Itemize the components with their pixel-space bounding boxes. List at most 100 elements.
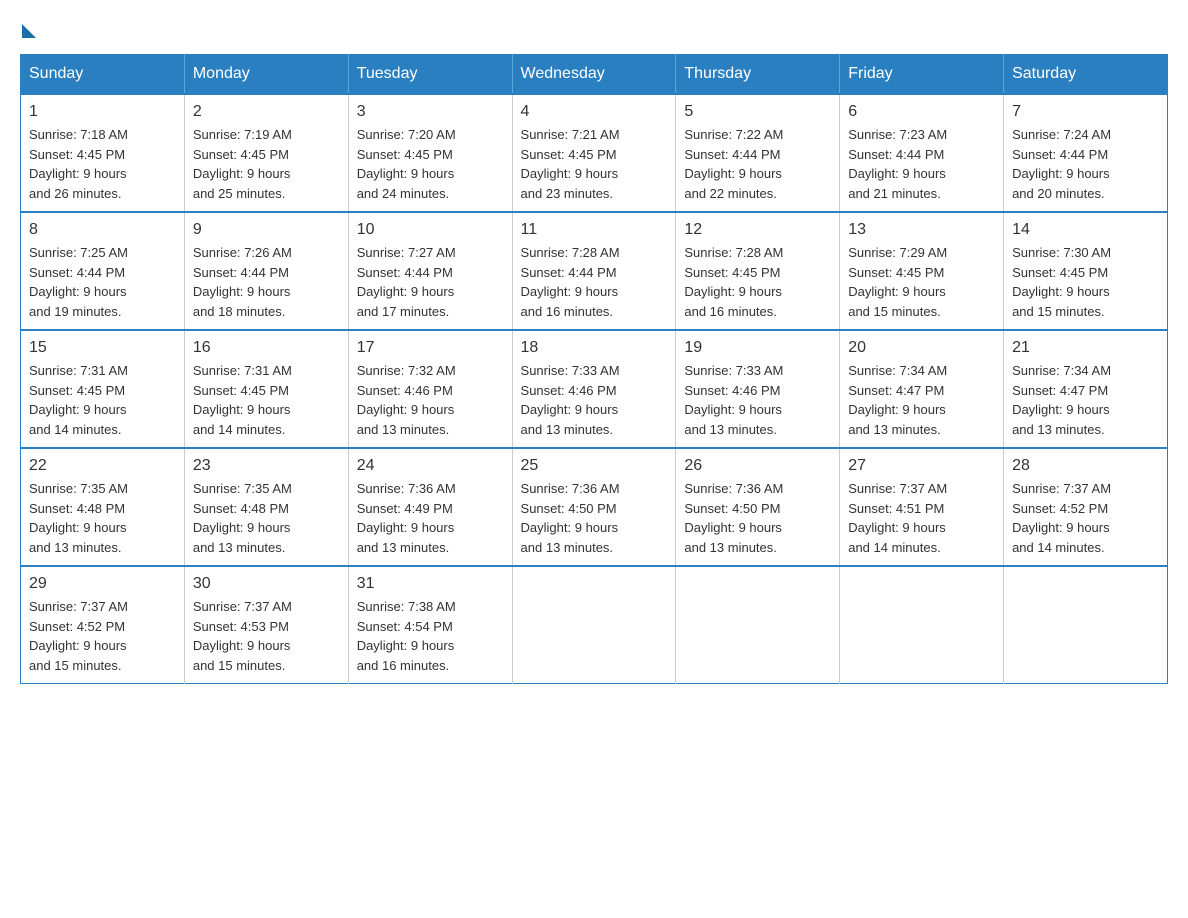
day-info: Sunrise: 7:31 AM Sunset: 4:45 PM Dayligh… [193, 361, 340, 439]
day-number: 17 [357, 339, 504, 357]
day-info: Sunrise: 7:34 AM Sunset: 4:47 PM Dayligh… [1012, 361, 1159, 439]
calendar-cell: 16 Sunrise: 7:31 AM Sunset: 4:45 PM Dayl… [184, 330, 348, 448]
calendar-cell: 23 Sunrise: 7:35 AM Sunset: 4:48 PM Dayl… [184, 448, 348, 566]
calendar-cell: 21 Sunrise: 7:34 AM Sunset: 4:47 PM Dayl… [1004, 330, 1168, 448]
day-info: Sunrise: 7:36 AM Sunset: 4:49 PM Dayligh… [357, 479, 504, 557]
calendar-cell: 30 Sunrise: 7:37 AM Sunset: 4:53 PM Dayl… [184, 566, 348, 684]
day-number: 20 [848, 339, 995, 357]
calendar-cell: 13 Sunrise: 7:29 AM Sunset: 4:45 PM Dayl… [840, 212, 1004, 330]
calendar-header: SundayMondayTuesdayWednesdayThursdayFrid… [21, 55, 1168, 95]
day-info: Sunrise: 7:36 AM Sunset: 4:50 PM Dayligh… [684, 479, 831, 557]
day-info: Sunrise: 7:33 AM Sunset: 4:46 PM Dayligh… [684, 361, 831, 439]
calendar-cell: 18 Sunrise: 7:33 AM Sunset: 4:46 PM Dayl… [512, 330, 676, 448]
day-number: 10 [357, 221, 504, 239]
day-info: Sunrise: 7:25 AM Sunset: 4:44 PM Dayligh… [29, 243, 176, 321]
day-number: 23 [193, 457, 340, 475]
day-info: Sunrise: 7:28 AM Sunset: 4:45 PM Dayligh… [684, 243, 831, 321]
logo-text [20, 20, 36, 38]
calendar-cell: 17 Sunrise: 7:32 AM Sunset: 4:46 PM Dayl… [348, 330, 512, 448]
weekday-header-row: SundayMondayTuesdayWednesdayThursdayFrid… [21, 55, 1168, 95]
calendar-cell: 11 Sunrise: 7:28 AM Sunset: 4:44 PM Dayl… [512, 212, 676, 330]
day-info: Sunrise: 7:31 AM Sunset: 4:45 PM Dayligh… [29, 361, 176, 439]
calendar-cell: 19 Sunrise: 7:33 AM Sunset: 4:46 PM Dayl… [676, 330, 840, 448]
calendar-cell: 15 Sunrise: 7:31 AM Sunset: 4:45 PM Dayl… [21, 330, 185, 448]
calendar-cell: 7 Sunrise: 7:24 AM Sunset: 4:44 PM Dayli… [1004, 94, 1168, 212]
weekday-header-tuesday: Tuesday [348, 55, 512, 95]
day-number: 29 [29, 575, 176, 593]
day-number: 14 [1012, 221, 1159, 239]
weekday-header-monday: Monday [184, 55, 348, 95]
day-info: Sunrise: 7:32 AM Sunset: 4:46 PM Dayligh… [357, 361, 504, 439]
day-number: 8 [29, 221, 176, 239]
day-number: 15 [29, 339, 176, 357]
day-info: Sunrise: 7:37 AM Sunset: 4:51 PM Dayligh… [848, 479, 995, 557]
day-number: 28 [1012, 457, 1159, 475]
week-row-2: 8 Sunrise: 7:25 AM Sunset: 4:44 PM Dayli… [21, 212, 1168, 330]
week-row-3: 15 Sunrise: 7:31 AM Sunset: 4:45 PM Dayl… [21, 330, 1168, 448]
day-number: 19 [684, 339, 831, 357]
day-number: 3 [357, 103, 504, 121]
weekday-header-saturday: Saturday [1004, 55, 1168, 95]
calendar-cell: 1 Sunrise: 7:18 AM Sunset: 4:45 PM Dayli… [21, 94, 185, 212]
day-info: Sunrise: 7:29 AM Sunset: 4:45 PM Dayligh… [848, 243, 995, 321]
calendar-cell: 12 Sunrise: 7:28 AM Sunset: 4:45 PM Dayl… [676, 212, 840, 330]
day-info: Sunrise: 7:37 AM Sunset: 4:53 PM Dayligh… [193, 597, 340, 675]
calendar-cell: 24 Sunrise: 7:36 AM Sunset: 4:49 PM Dayl… [348, 448, 512, 566]
calendar-cell: 29 Sunrise: 7:37 AM Sunset: 4:52 PM Dayl… [21, 566, 185, 684]
calendar-cell: 22 Sunrise: 7:35 AM Sunset: 4:48 PM Dayl… [21, 448, 185, 566]
day-number: 7 [1012, 103, 1159, 121]
calendar-cell: 5 Sunrise: 7:22 AM Sunset: 4:44 PM Dayli… [676, 94, 840, 212]
day-number: 6 [848, 103, 995, 121]
day-number: 25 [521, 457, 668, 475]
day-number: 5 [684, 103, 831, 121]
page-header [20, 20, 1168, 34]
day-number: 16 [193, 339, 340, 357]
day-info: Sunrise: 7:19 AM Sunset: 4:45 PM Dayligh… [193, 125, 340, 203]
day-number: 26 [684, 457, 831, 475]
weekday-header-thursday: Thursday [676, 55, 840, 95]
calendar-table: SundayMondayTuesdayWednesdayThursdayFrid… [20, 54, 1168, 684]
day-info: Sunrise: 7:26 AM Sunset: 4:44 PM Dayligh… [193, 243, 340, 321]
calendar-cell: 2 Sunrise: 7:19 AM Sunset: 4:45 PM Dayli… [184, 94, 348, 212]
calendar-cell [1004, 566, 1168, 684]
day-number: 22 [29, 457, 176, 475]
day-number: 13 [848, 221, 995, 239]
day-info: Sunrise: 7:27 AM Sunset: 4:44 PM Dayligh… [357, 243, 504, 321]
week-row-5: 29 Sunrise: 7:37 AM Sunset: 4:52 PM Dayl… [21, 566, 1168, 684]
day-info: Sunrise: 7:38 AM Sunset: 4:54 PM Dayligh… [357, 597, 504, 675]
day-number: 4 [521, 103, 668, 121]
calendar-cell: 27 Sunrise: 7:37 AM Sunset: 4:51 PM Dayl… [840, 448, 1004, 566]
week-row-4: 22 Sunrise: 7:35 AM Sunset: 4:48 PM Dayl… [21, 448, 1168, 566]
day-info: Sunrise: 7:33 AM Sunset: 4:46 PM Dayligh… [521, 361, 668, 439]
calendar-cell: 9 Sunrise: 7:26 AM Sunset: 4:44 PM Dayli… [184, 212, 348, 330]
calendar-cell: 31 Sunrise: 7:38 AM Sunset: 4:54 PM Dayl… [348, 566, 512, 684]
day-info: Sunrise: 7:23 AM Sunset: 4:44 PM Dayligh… [848, 125, 995, 203]
day-info: Sunrise: 7:30 AM Sunset: 4:45 PM Dayligh… [1012, 243, 1159, 321]
day-number: 12 [684, 221, 831, 239]
logo-arrow-icon [22, 24, 36, 38]
day-number: 31 [357, 575, 504, 593]
calendar-cell [512, 566, 676, 684]
day-info: Sunrise: 7:20 AM Sunset: 4:45 PM Dayligh… [357, 125, 504, 203]
weekday-header-friday: Friday [840, 55, 1004, 95]
day-info: Sunrise: 7:36 AM Sunset: 4:50 PM Dayligh… [521, 479, 668, 557]
calendar-cell: 8 Sunrise: 7:25 AM Sunset: 4:44 PM Dayli… [21, 212, 185, 330]
day-number: 2 [193, 103, 340, 121]
calendar-cell: 14 Sunrise: 7:30 AM Sunset: 4:45 PM Dayl… [1004, 212, 1168, 330]
calendar-cell: 25 Sunrise: 7:36 AM Sunset: 4:50 PM Dayl… [512, 448, 676, 566]
day-number: 24 [357, 457, 504, 475]
day-number: 11 [521, 221, 668, 239]
day-info: Sunrise: 7:37 AM Sunset: 4:52 PM Dayligh… [29, 597, 176, 675]
logo [20, 20, 36, 34]
day-number: 18 [521, 339, 668, 357]
week-row-1: 1 Sunrise: 7:18 AM Sunset: 4:45 PM Dayli… [21, 94, 1168, 212]
day-number: 30 [193, 575, 340, 593]
day-info: Sunrise: 7:21 AM Sunset: 4:45 PM Dayligh… [521, 125, 668, 203]
day-number: 9 [193, 221, 340, 239]
calendar-cell: 4 Sunrise: 7:21 AM Sunset: 4:45 PM Dayli… [512, 94, 676, 212]
day-info: Sunrise: 7:28 AM Sunset: 4:44 PM Dayligh… [521, 243, 668, 321]
day-info: Sunrise: 7:22 AM Sunset: 4:44 PM Dayligh… [684, 125, 831, 203]
calendar-cell [676, 566, 840, 684]
calendar-cell: 6 Sunrise: 7:23 AM Sunset: 4:44 PM Dayli… [840, 94, 1004, 212]
day-info: Sunrise: 7:18 AM Sunset: 4:45 PM Dayligh… [29, 125, 176, 203]
